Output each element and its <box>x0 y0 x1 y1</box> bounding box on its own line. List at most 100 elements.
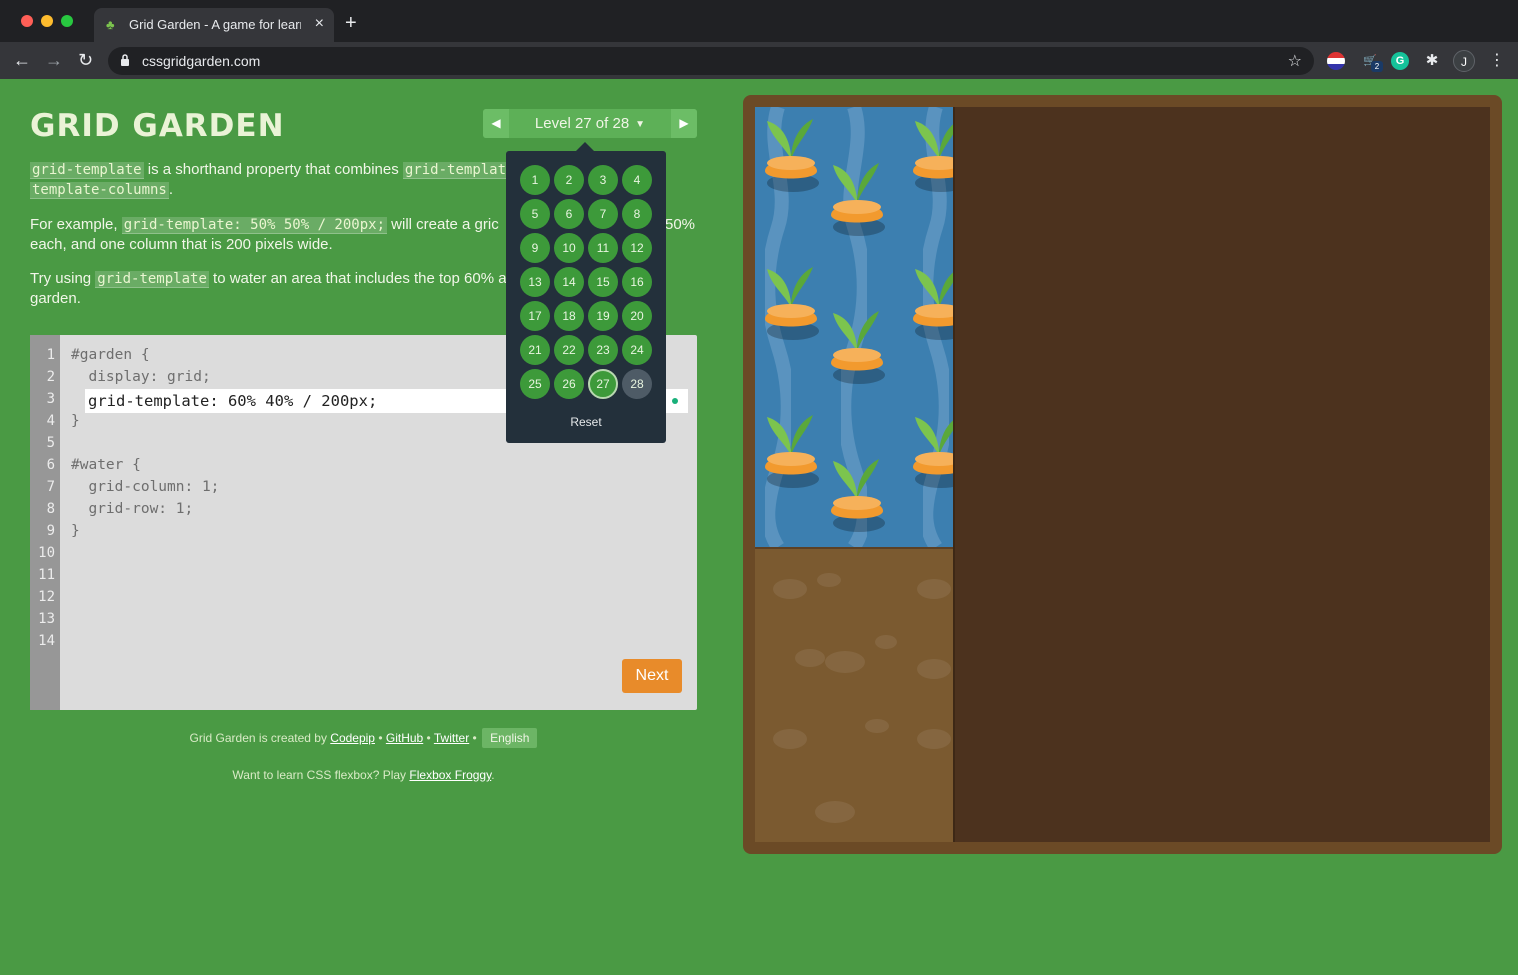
browser-tab-strip: ♣ Grid Garden - A game for learn × + <box>0 0 1518 42</box>
css-answer-input[interactable] <box>88 392 508 410</box>
level-button-11[interactable]: 11 <box>588 233 618 263</box>
credits-footer: Grid Garden is created by Codepip • GitH… <box>30 728 697 748</box>
new-tab-icon[interactable]: + <box>345 12 357 35</box>
level-button-2[interactable]: 2 <box>554 165 584 195</box>
extensions-puzzle-icon[interactable]: ✱ <box>1423 52 1441 70</box>
line-number: 1 <box>46 347 55 363</box>
code-line: display: grid; <box>71 369 211 385</box>
carrot-icon <box>913 269 953 340</box>
level-button-5[interactable]: 5 <box>520 199 550 229</box>
instruction-text: each, and one column that is 200 pixels … <box>30 236 333 253</box>
garden <box>755 107 1490 842</box>
line-number: 3 <box>46 391 55 407</box>
flag-extension-icon[interactable] <box>1327 52 1345 70</box>
forward-arrow-icon[interactable]: → <box>45 50 63 71</box>
previous-level-arrow-icon[interactable]: ◀ <box>483 109 509 138</box>
grammarly-icon[interactable]: G <box>1391 52 1409 70</box>
line-number: 4 <box>46 413 55 429</box>
line-number: 12 <box>38 589 55 605</box>
level-button-8[interactable]: 8 <box>622 199 652 229</box>
line-number: 7 <box>46 479 55 495</box>
address-bar[interactable]: cssgridgarden.com ☆ <box>108 47 1314 75</box>
promo-text: . <box>491 768 495 782</box>
minimize-window-button[interactable] <box>41 15 53 27</box>
carrot-icon <box>765 267 819 340</box>
code-line: #water { <box>71 457 141 473</box>
github-link[interactable]: GitHub <box>386 731 423 745</box>
level-button-13[interactable]: 13 <box>520 267 550 297</box>
code-line: } <box>71 523 80 539</box>
level-button-14[interactable]: 14 <box>554 267 584 297</box>
level-button-15[interactable]: 15 <box>588 267 618 297</box>
code-snippet: grid-template <box>30 162 144 179</box>
line-number: 10 <box>38 545 55 561</box>
level-button-23[interactable]: 23 <box>588 335 618 365</box>
page-title: GRID GARDEN <box>30 108 285 144</box>
level-button-9[interactable]: 9 <box>520 233 550 263</box>
line-number: 14 <box>38 633 55 649</box>
carrot-icon <box>765 415 819 488</box>
code-snippet: grid-template: 50% 50% / 200px; <box>121 217 387 234</box>
level-button-16[interactable]: 16 <box>622 267 652 297</box>
maximize-window-button[interactable] <box>61 15 73 27</box>
reload-icon[interactable]: ↻ <box>78 50 93 71</box>
language-button[interactable]: English <box>482 728 538 748</box>
level-button-6[interactable]: 6 <box>554 199 584 229</box>
next-button[interactable]: Next <box>622 659 682 693</box>
pebble <box>917 729 951 749</box>
line-number: 6 <box>46 457 55 473</box>
close-window-button[interactable] <box>21 15 33 27</box>
carrot-icon <box>913 417 953 488</box>
level-button-3[interactable]: 3 <box>588 165 618 195</box>
pebble <box>773 579 807 599</box>
carrot-icon <box>831 459 885 532</box>
level-button-18[interactable]: 18 <box>554 301 584 331</box>
level-button-12[interactable]: 12 <box>622 233 652 263</box>
url-text: cssgridgarden.com <box>142 53 261 69</box>
profile-avatar[interactable]: J <box>1453 50 1475 72</box>
pebble <box>817 573 841 587</box>
level-indicator[interactable]: Level 27 of 28 ▼ <box>510 109 670 138</box>
code-line: grid-column: 1; <box>71 479 220 495</box>
line-number: 5 <box>46 435 55 451</box>
carrot-icon <box>765 119 819 192</box>
browser-toolbar: ← → ↻ cssgridgarden.com ☆ 🛒 2 G ✱ J ⋮ <box>0 42 1518 79</box>
level-button-21[interactable]: 21 <box>520 335 550 365</box>
level-button-4[interactable]: 4 <box>622 165 652 195</box>
tab-title: Grid Garden - A game for learn <box>129 17 301 32</box>
level-button-20[interactable]: 20 <box>622 301 652 331</box>
level-button-28[interactable]: 28 <box>622 369 652 399</box>
reset-button[interactable]: Reset <box>506 415 666 429</box>
browser-tab[interactable]: ♣ Grid Garden - A game for learn × <box>94 8 334 42</box>
level-button-25[interactable]: 25 <box>520 369 550 399</box>
browser-menu-icon[interactable]: ⋮ <box>1488 52 1506 70</box>
cart-extension-icon[interactable]: 🛒 2 <box>1361 52 1383 72</box>
pebble <box>773 729 807 749</box>
code-line: #garden { <box>71 347 150 363</box>
level-button-1[interactable]: 1 <box>520 165 550 195</box>
line-number: 9 <box>46 523 55 539</box>
level-button-19[interactable]: 19 <box>588 301 618 331</box>
carrot-icon <box>913 121 953 192</box>
level-button-22[interactable]: 22 <box>554 335 584 365</box>
pebble <box>865 719 889 733</box>
level-button-27[interactable]: 27 <box>588 369 618 399</box>
tab-close-icon[interactable]: × <box>315 15 324 33</box>
level-button-10[interactable]: 10 <box>554 233 584 263</box>
instruction-text: garden. <box>30 290 81 307</box>
level-button-24[interactable]: 24 <box>622 335 652 365</box>
extension-badge: 2 <box>1371 61 1383 72</box>
level-dropdown: Reset 1 2 3 4 5 6 7 8 9 10 11 12 13 14 15 16 17 18 19 20 21 2… <box>506 142 666 443</box>
back-arrow-icon[interactable]: ← <box>13 50 31 71</box>
bookmark-star-icon[interactable]: ☆ <box>1288 51 1302 71</box>
level-button-17[interactable]: 17 <box>520 301 550 331</box>
next-level-arrow-icon[interactable]: ▶ <box>671 109 697 138</box>
level-button-7[interactable]: 7 <box>588 199 618 229</box>
line-number: 8 <box>46 501 55 517</box>
pebble <box>875 635 897 649</box>
twitter-link[interactable]: Twitter <box>434 731 469 745</box>
code-snippet: grid-templat <box>402 162 509 179</box>
level-button-26[interactable]: 26 <box>554 369 584 399</box>
flexbox-froggy-link[interactable]: Flexbox Froggy <box>409 768 491 782</box>
codepip-link[interactable]: Codepip <box>330 731 375 745</box>
